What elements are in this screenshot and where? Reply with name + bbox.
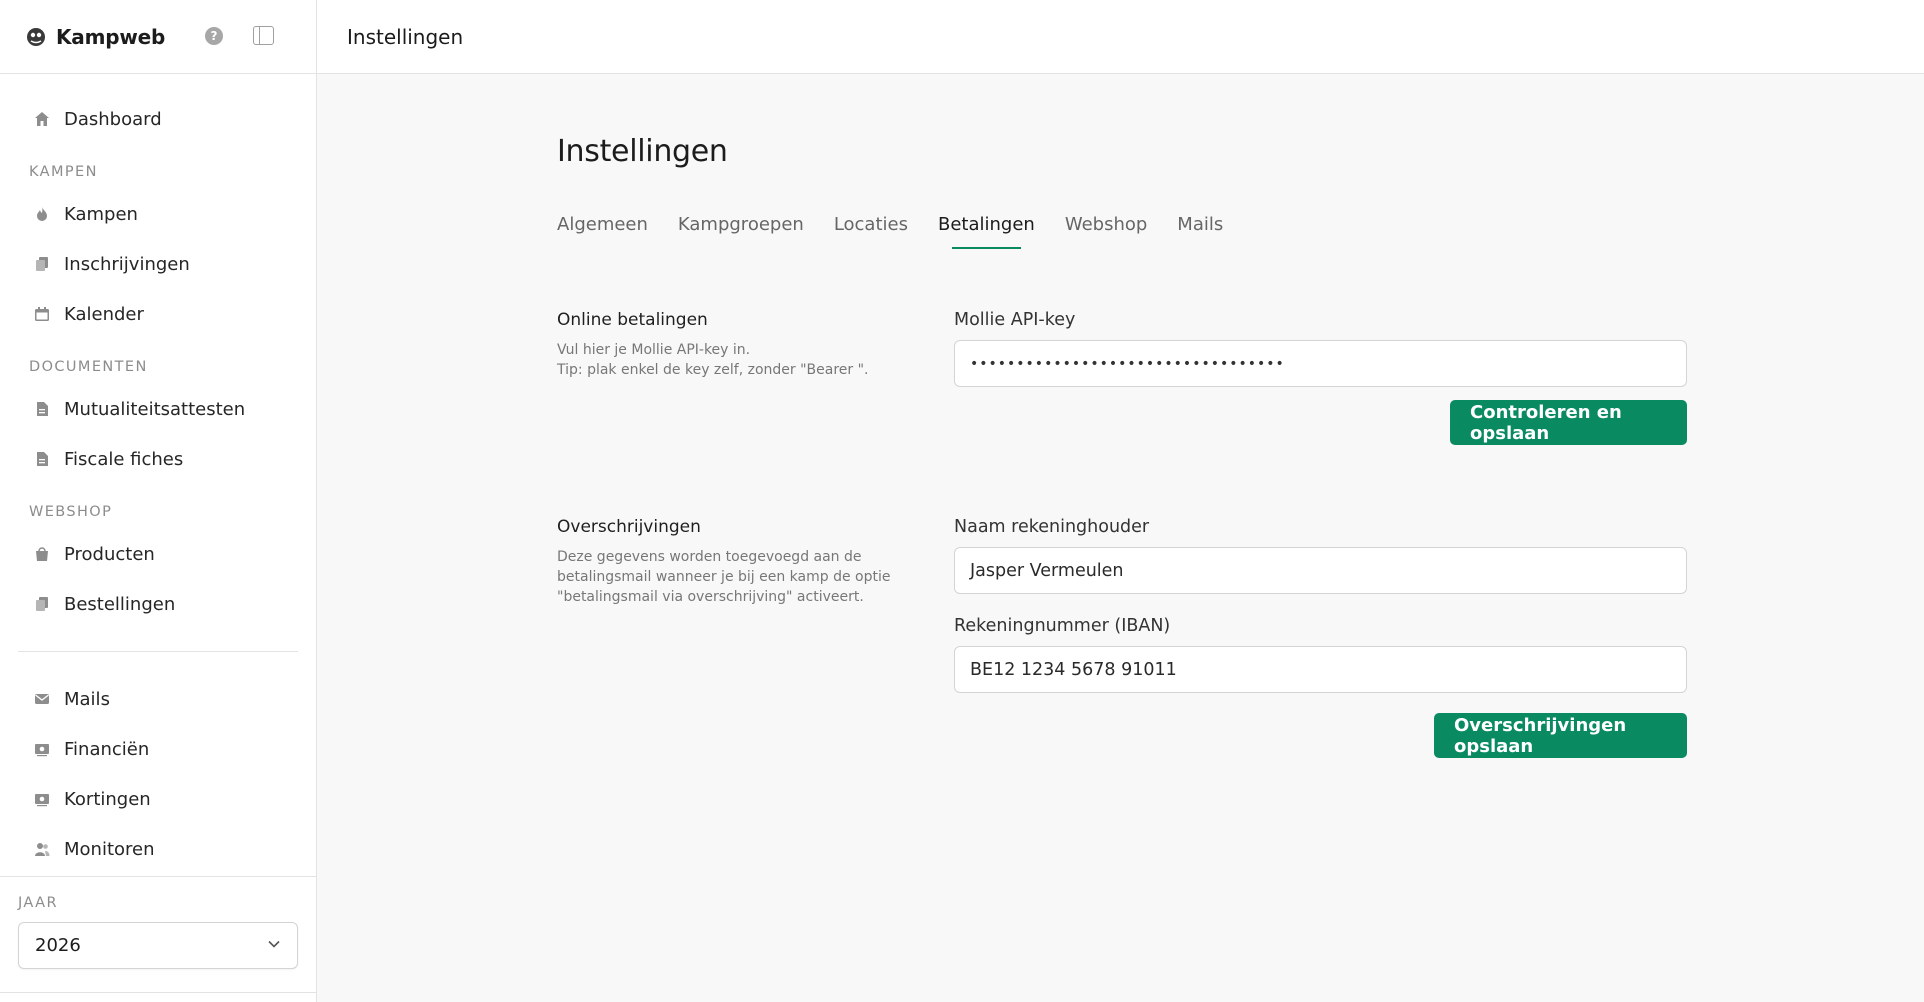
document-icon <box>34 401 50 417</box>
tab-kampgroepen[interactable]: Kampgroepen <box>678 214 804 243</box>
year-selector-area: JAAR 2026 <box>0 876 316 969</box>
section-description: Deze gegevens worden toegevoegd aan de b… <box>557 549 891 605</box>
sidebar-divider <box>18 651 298 652</box>
transfer-field-group: Naam rekeninghouder Jasper Vermeulen Rek… <box>954 517 1687 758</box>
sidebar-item-dashboard[interactable]: Dashboard <box>0 94 316 144</box>
sidebar-nav: Dashboard KAMPEN Kampen Inschrijvingen K <box>0 74 316 874</box>
mollie-api-key-label: Mollie API-key <box>954 310 1076 330</box>
mollie-api-key-input[interactable]: •••••••••••••••••••••••••••••••••• <box>954 340 1687 387</box>
sidebar-item-label: Mails <box>64 688 110 710</box>
sidebar-item-label: Producten <box>64 543 155 565</box>
sidebar-item-bestellingen[interactable]: Bestellingen <box>0 579 316 629</box>
home-icon <box>34 111 50 127</box>
sidebar-item-label: Inschrijvingen <box>64 253 190 275</box>
tab-locaties[interactable]: Locaties <box>834 214 908 243</box>
calendar-icon <box>34 306 50 322</box>
chevron-down-icon <box>267 935 281 956</box>
sidebar-toggle-icon[interactable] <box>253 26 274 45</box>
clipboard-icon <box>34 596 50 612</box>
settings-tabs: Algemeen Kampgroepen Locaties Betalingen… <box>557 214 1253 249</box>
bank-transfer-section: Overschrijvingen Deze gegevens worden to… <box>557 517 1687 758</box>
online-payments-section: Online betalingen Vul hier je Mollie API… <box>557 310 1687 445</box>
section-label-documenten: DOCUMENTEN <box>29 358 148 375</box>
sidebar-item-label: Financiën <box>64 738 150 760</box>
sidebar: Kampweb ? Dashboard KAMPEN Kampen Inschr… <box>0 0 317 1002</box>
mollie-field-group: Mollie API-key •••••••••••••••••••••••••… <box>954 310 1687 445</box>
topbar: Instellingen <box>317 0 1924 74</box>
page-title: Instellingen <box>557 134 728 169</box>
sidebar-item-financien[interactable]: Financiën <box>0 724 316 774</box>
tab-algemeen[interactable]: Algemeen <box>557 214 648 243</box>
tab-webshop[interactable]: Webshop <box>1065 214 1147 243</box>
sidebar-header: Kampweb ? <box>0 0 316 74</box>
help-icon[interactable]: ? <box>205 27 223 45</box>
brand-name[interactable]: Kampweb <box>56 25 165 49</box>
sidebar-item-inschrijvingen[interactable]: Inschrijvingen <box>0 239 316 289</box>
topbar-title: Instellingen <box>347 24 464 49</box>
sidebar-item-label: Monitoren <box>64 838 155 860</box>
save-transfers-button[interactable]: Overschrijvingen opslaan <box>1434 713 1687 758</box>
clipboard-icon <box>34 256 50 272</box>
sidebar-item-label: Kortingen <box>64 788 151 810</box>
year-label: JAAR <box>18 895 58 911</box>
shopping-bag-icon <box>34 546 50 562</box>
document-icon <box>34 451 50 467</box>
year-select[interactable]: 2026 <box>18 922 298 969</box>
sidebar-bottom-divider <box>0 992 316 993</box>
section-description: Vul hier je Mollie API-key in. <box>557 342 751 358</box>
tab-mails[interactable]: Mails <box>1177 214 1223 243</box>
sidebar-item-fiscale-fiches[interactable]: Fiscale fiches <box>0 434 316 484</box>
users-icon <box>34 841 50 857</box>
fire-icon <box>34 206 50 222</box>
sidebar-item-mutualiteitsattesten[interactable]: Mutualiteitsattesten <box>0 384 316 434</box>
account-holder-label: Naam rekeninghouder <box>954 517 1150 537</box>
account-holder-input[interactable]: Jasper Vermeulen <box>954 547 1687 594</box>
sidebar-item-label: Fiscale fiches <box>64 448 184 470</box>
main-area: Instellingen Instellingen Algemeen Kampg… <box>317 0 1924 1002</box>
verify-save-button[interactable]: Controleren en opslaan <box>1450 400 1687 445</box>
iban-input[interactable]: BE12 1234 5678 91011 <box>954 646 1687 693</box>
mail-icon <box>34 691 50 707</box>
sidebar-item-label: Bestellingen <box>64 593 176 615</box>
sidebar-item-label: Kampen <box>64 203 138 225</box>
sidebar-item-kampen[interactable]: Kampen <box>0 189 316 239</box>
section-label-kampen: KAMPEN <box>29 163 98 180</box>
sidebar-item-monitoren[interactable]: Monitoren <box>0 824 316 874</box>
tab-betalingen[interactable]: Betalingen <box>938 214 1035 249</box>
sidebar-item-kalender[interactable]: Kalender <box>0 289 316 339</box>
section-tip: Tip: plak enkel de key zelf, zonder "Bea… <box>557 362 869 378</box>
iban-label: Rekeningnummer (IBAN) <box>954 616 1171 636</box>
banknote-icon <box>34 791 50 807</box>
banknote-icon <box>34 741 50 757</box>
sidebar-item-label: Mutualiteitsattesten <box>64 398 246 420</box>
sidebar-item-label: Dashboard <box>64 108 162 130</box>
year-value: 2026 <box>35 935 81 956</box>
sidebar-item-label: Kalender <box>64 303 144 325</box>
sidebar-item-producten[interactable]: Producten <box>0 529 316 579</box>
section-label-webshop: WEBSHOP <box>29 503 113 520</box>
logo-icon <box>26 27 46 47</box>
sidebar-item-kortingen[interactable]: Kortingen <box>0 774 316 824</box>
sidebar-item-mails[interactable]: Mails <box>0 674 316 724</box>
